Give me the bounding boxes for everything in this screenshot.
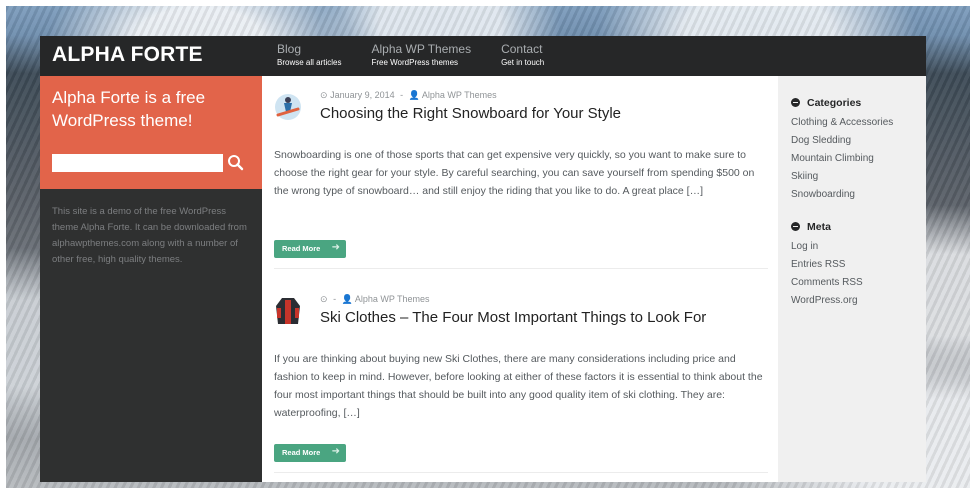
site-container: ALPHA FORTE Blog Browse all articles Alp… [40,36,926,482]
category-link[interactable]: Snowboarding [791,186,893,204]
meta-separator: - [333,294,337,304]
site-header: ALPHA FORTE Blog Browse all articles Alp… [40,36,926,76]
nav-item-title: Contact [501,42,543,56]
promo-box: Alpha Forte is a free WordPress theme! [40,76,262,189]
clock-icon: ⊙ [320,90,328,100]
categories-widget-title: Categories [791,96,861,110]
arrow-right-icon: ➜ [331,446,340,457]
post-author[interactable]: Alpha WP Themes [422,90,497,100]
meta-widget-title: Meta [791,220,831,234]
post-divider [274,472,768,473]
category-link[interactable]: Clothing & Accessories [791,114,893,132]
post-excerpt: Snowboarding is one of those sports that… [274,149,755,197]
site-description: This site is a demo of the free WordPres… [52,206,247,265]
post-date[interactable]: January 9, 2014 [330,90,395,100]
category-link[interactable]: Skiing [791,168,893,186]
meta-separator: - [400,90,404,100]
meta-link[interactable]: Entries RSS [791,256,863,274]
ski-jacket-thumbnail[interactable] [274,294,302,328]
user-icon: 👤 [341,294,353,304]
post-title[interactable]: Choosing the Right Snowboard for Your St… [320,104,621,124]
nav-item-contact[interactable]: Contact Get in touch [501,42,544,68]
post-meta: ⊙ - 👤 Alpha WP Themes [320,294,430,305]
main-content: ⊙ January 9, 2014 - 👤 Alpha WP Themes Ch… [262,76,778,482]
meta-link[interactable]: Comments RSS [791,274,863,292]
nav-item-subtitle: Free WordPress themes [371,58,459,67]
post-author[interactable]: Alpha WP Themes [355,294,430,304]
minus-circle-icon [791,98,800,107]
meta-link[interactable]: Log in [791,238,863,256]
read-more-label: Read More [282,244,321,253]
category-link[interactable]: Mountain Climbing [791,150,893,168]
read-more-label: Read More [282,448,321,457]
search-button[interactable] [226,152,246,174]
meta-list: Log in Entries RSS Comments RSS WordPres… [791,238,863,310]
meta-link[interactable]: WordPress.org [791,292,863,310]
nav-item-title: Blog [277,42,302,56]
post-item: ⊙ - 👤 Alpha WP Themes Ski Clothes – The … [274,294,768,464]
main-nav: Blog Browse all articles Alpha WP Themes… [277,42,574,68]
widget-title-label: Categories [807,97,862,109]
left-sidebar: Alpha Forte is a free WordPress theme! T… [40,76,262,482]
promo-title: Alpha Forte is a free WordPress theme! [52,88,206,130]
right-sidebar: Categories Clothing & Accessories Dog Sl… [778,76,926,482]
read-more-button[interactable]: Read More ➜ [274,240,346,258]
nav-item-title: Alpha WP Themes [371,42,472,56]
read-more-button[interactable]: Read More ➜ [274,444,346,462]
post-title[interactable]: Ski Clothes – The Four Most Important Th… [320,308,706,328]
category-link[interactable]: Dog Sledding [791,132,893,150]
post-item: ⊙ January 9, 2014 - 👤 Alpha WP Themes Ch… [274,90,768,260]
snowboarder-thumbnail[interactable] [274,90,302,124]
nav-item-subtitle: Get in touch [501,58,545,67]
arrow-right-icon: ➜ [331,242,340,253]
post-meta: ⊙ January 9, 2014 - 👤 Alpha WP Themes [320,90,497,101]
post-excerpt: If you are thinking about buying new Ski… [274,353,763,419]
search-input[interactable] [52,154,223,172]
minus-circle-icon [791,222,800,231]
nav-item-blog[interactable]: Blog Browse all articles [277,42,341,68]
clock-icon: ⊙ [320,294,328,304]
site-logo[interactable]: ALPHA FORTE [52,43,203,67]
widget-title-label: Meta [807,221,831,233]
search-icon [228,155,244,171]
user-icon: 👤 [408,90,420,100]
nav-item-alpha-wp-themes[interactable]: Alpha WP Themes Free WordPress themes [371,42,471,68]
post-divider [274,268,768,269]
categories-list: Clothing & Accessories Dog Sledding Moun… [791,114,893,204]
nav-item-subtitle: Browse all articles [277,58,342,67]
